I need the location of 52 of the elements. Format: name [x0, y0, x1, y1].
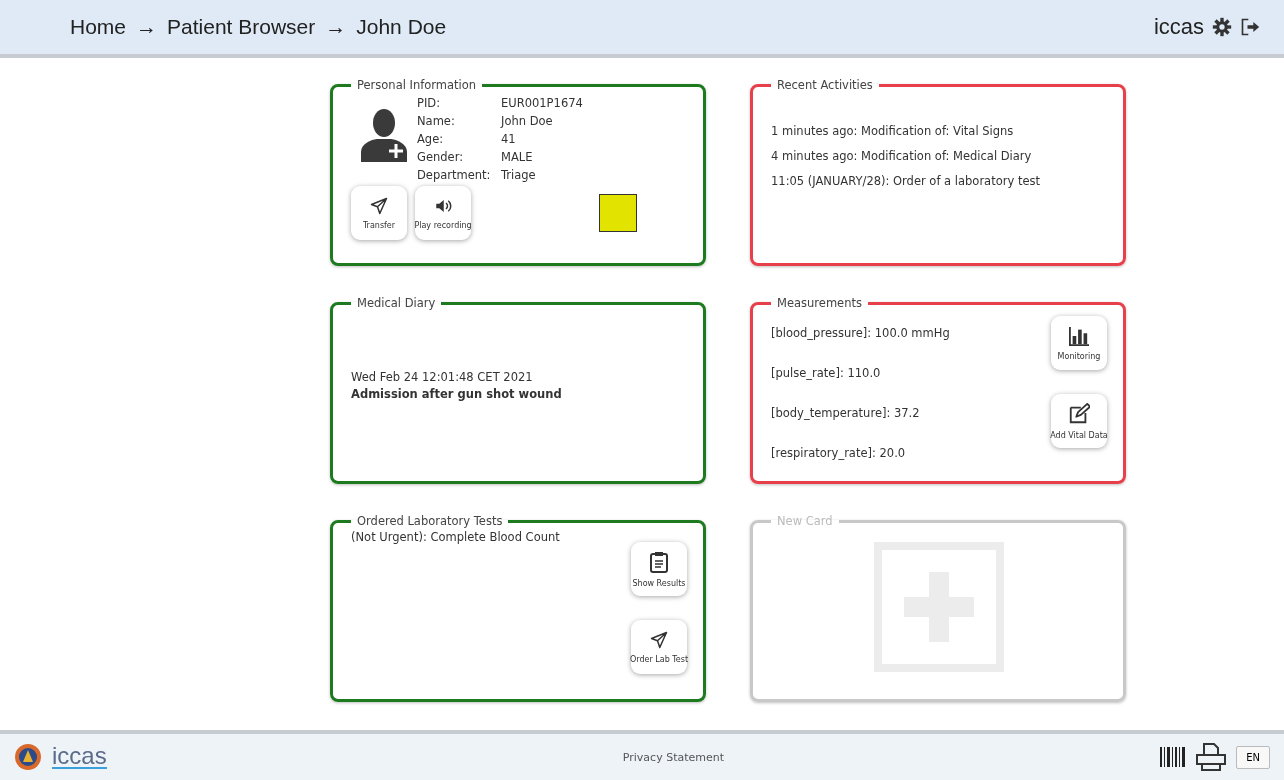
measurement-value: [body_temperature]: 37.2: [771, 406, 921, 420]
card-title: Ordered Laboratory Tests: [356, 514, 504, 528]
tile-button[interactable]: Add Vital Data: [1051, 394, 1107, 448]
card-title: Personal Information: [356, 78, 478, 92]
card-title: Medical Diary: [356, 296, 437, 310]
field-label: Department:: [417, 167, 492, 184]
field-label: Gender:: [417, 149, 465, 166]
card-title: New Card: [776, 514, 834, 528]
logout-icon[interactable]: [1240, 17, 1260, 37]
tile-button[interactable]: Show Results: [631, 542, 687, 596]
breadcrumb-separator: →: [136, 15, 158, 39]
bar-chart-icon: [1068, 325, 1090, 346]
field-value: John Doe: [501, 113, 554, 130]
tile-button[interactable]: Order Lab Test: [631, 620, 687, 674]
logo-text: iccas: [52, 745, 107, 769]
brand-name: iccas: [1153, 14, 1204, 40]
field-label: PID:: [417, 95, 442, 112]
breadcrumb-separator: →: [325, 15, 347, 39]
tile-button[interactable]: Monitoring: [1051, 316, 1107, 370]
field-value: MALE: [501, 149, 534, 166]
measurement-value: [pulse_rate]: 110.0: [771, 366, 882, 380]
breadcrumb-link[interactable]: John Doe: [356, 15, 447, 39]
language-button[interactable]: EN: [1236, 745, 1270, 769]
patient-add-icon: [361, 108, 407, 162]
breadcrumb-link[interactable]: Home: [70, 15, 127, 39]
send-icon: [370, 196, 388, 215]
field-value: 41: [501, 131, 517, 148]
measurement-value: [respiratory_rate]: 20.0: [771, 446, 907, 460]
field-label: Name:: [417, 113, 456, 130]
printer-icon[interactable]: [1196, 743, 1227, 771]
field-value: EUR001P1674: [501, 95, 583, 112]
breadcrumb-link[interactable]: Patient Browser: [167, 15, 316, 39]
activity-entry: 4 minutes ago: Modification of: Medical Diary: [771, 149, 1033, 163]
card-title: Measurements: [776, 296, 863, 310]
emblem-icon: [14, 743, 42, 771]
activity-entry: 1 minutes ago: Modification of: Vital Signs: [771, 124, 1015, 138]
tile-button[interactable]: Transfer: [351, 186, 407, 240]
diary-entry: Admission after gun shot wound: [351, 387, 563, 401]
tile-button[interactable]: Play recording: [415, 186, 471, 240]
settings-icon[interactable]: [1212, 17, 1232, 37]
activity-entry: 11:05 (JANUARY/28): Order of a laboratory test: [771, 174, 1041, 188]
field-value: Triage: [501, 167, 537, 184]
send-icon: [650, 630, 668, 649]
clipboard-icon: [650, 550, 668, 573]
measurement-value: [blood_pressure]: 100.0 mmHg: [771, 326, 950, 340]
diary-date: Wed Feb 24 12:01:48 CET 2021: [351, 370, 534, 384]
card-title: Recent Activities: [776, 78, 874, 92]
edit-icon: [1068, 402, 1090, 425]
barcode-icon[interactable]: [1160, 747, 1187, 767]
lab-test-entry: (Not Urgent): Complete Blood Count: [351, 530, 560, 544]
privacy-link[interactable]: Privacy Statement: [622, 750, 725, 764]
field-label: Age:: [417, 131, 445, 148]
